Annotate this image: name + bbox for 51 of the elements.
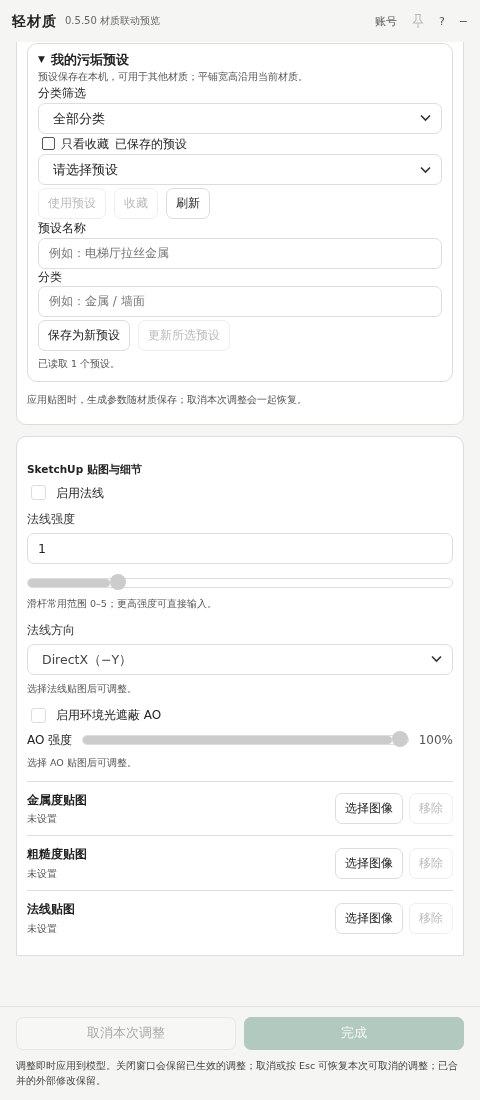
status-text: 已读取 1 个预设。 [38,357,122,370]
choose-image-button[interactable]: 选择图像 [335,902,403,934]
hint-text: 滑杆常用范围 0–5；更高强度可直接输入。 [27,597,218,610]
slider-thumb[interactable] [391,731,408,748]
save-preset-button[interactable]: 保存为新预设 [38,319,130,351]
map-title: 粗糙度贴图 [27,847,88,862]
panel-note: 应用贴图时，生成参数随材质保存；取消本次调整会一起恢复。 [27,394,308,406]
checkbox[interactable] [31,707,46,723]
checkbox[interactable] [31,485,46,501]
category-filter-select[interactable]: 全部分类 [38,102,442,134]
footer-note: 调整即时应用到模型。关闭窗口会保留已生效的调整；取消或按 Esc 可恢复本次可取消的调整；已合并的外部修改保留。 [16,1059,460,1088]
app-title: 轻材质 [12,12,57,30]
section-title: SketchUp 贴图与细节 [27,462,143,476]
checkbox-label: 启用法线 [56,485,104,500]
hint-text: 选择法线贴图后可调整。 [27,682,138,694]
map-status: 未设置 [27,813,58,825]
minimize-button[interactable]: − [458,14,468,28]
chevron-down-icon [420,114,431,123]
favorites-label: 只看收藏 [61,136,109,152]
chevron-down-icon [420,165,431,174]
choose-image-button[interactable]: 选择图像 [335,847,403,879]
strength-field[interactable]: 1 [27,532,453,564]
field-label: 法线方向 [27,623,76,638]
map-status: 未设置 [27,922,58,934]
saved-presets-label: 已保存的预设 [115,136,187,152]
choose-image-button[interactable]: 选择图像 [335,793,403,825]
slider-thumb[interactable] [109,573,126,590]
direction-select[interactable]: DirectX（−Y） [27,643,453,675]
help-button[interactable]: ? [438,14,445,28]
map-title: 金属度贴图 [27,792,88,808]
version-label: 0.5.50 材质联动预览 [65,15,160,27]
hint-text: 选择 AO 贴图后可调整。 [27,757,138,769]
account-button[interactable]: 账号 [374,13,397,29]
favorites-checkbox[interactable] [42,137,55,151]
preset-select[interactable]: 请选择预设 [38,154,442,186]
preset-section-toggle[interactable]: ▼ 我的污垢预设 [38,52,442,67]
pin-icon[interactable] [410,13,425,29]
chevron-down-icon [431,655,442,663]
map-status: 未设置 [27,867,58,880]
field-label: 法线强度 [27,512,76,527]
preset-action-button[interactable]: 刷新 [166,188,210,220]
filter-label: 分类筛选 [38,86,87,101]
preset-name-field[interactable]: 例如：电梯厅拉丝金属 [38,237,442,269]
category-label: 分类 [38,269,63,284]
category-field[interactable]: 例如：金属 / 墙面 [38,285,442,317]
slider-value: 100% [418,732,453,748]
map-title: 法线贴图 [27,902,76,917]
preset-name-label: 预设名称 [38,221,87,236]
preset-note: 预设保存在本机，可用于其他材质；平铺宽高沿用当前材质。 [38,71,309,83]
slider-label: AO 强度 [27,732,73,748]
checkbox-label: 启用环境光遮蔽 AO [56,708,162,723]
